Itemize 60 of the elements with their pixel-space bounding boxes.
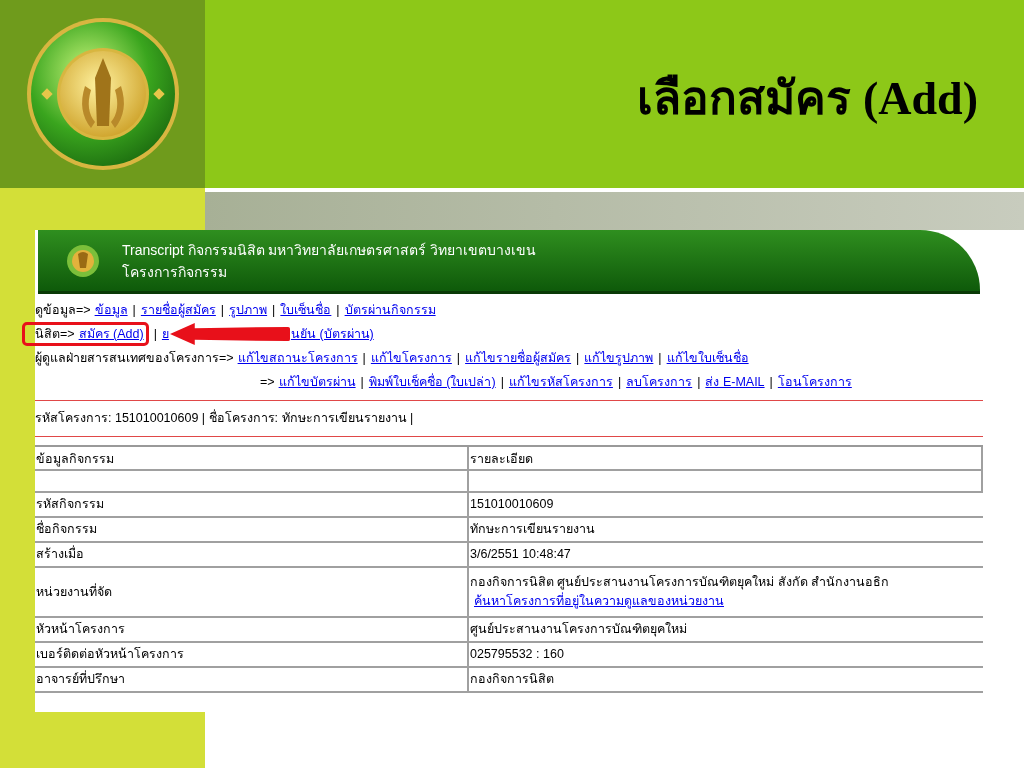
nav-label: นิสิต=> — [35, 325, 75, 343]
separator: | — [132, 301, 136, 319]
table-cell-text: หน่วยงานที่จัด — [36, 582, 112, 601]
table-cell-text: สร้างเมื่อ — [36, 545, 84, 563]
nav-label: => — [260, 373, 275, 391]
column-header: รายละเอียด — [469, 447, 983, 471]
banner-title: Transcript กิจกรรมนิสิต มหาวิทยาลัยเกษตรศาสตร์ วิทยาเขตบางเขน — [122, 240, 537, 260]
table-cell-text: เบอร์ติดต่อหัวหน้าโครงการ — [36, 646, 184, 663]
nav-link[interactable]: แก้ไขโครงการ — [370, 348, 452, 368]
table-cell-text: ชื่อกิจกรรม — [36, 520, 97, 538]
table-cell-text: 025795532 : 160 — [470, 646, 565, 663]
table-cell-text: ศูนย์ประสานงานโครงการบัณฑิตยุคใหม่ — [470, 621, 688, 639]
table-cell-text: 3/6/2551 10:48:47 — [470, 546, 572, 563]
nav-link[interactable]: สมัคร (Add) — [78, 324, 144, 344]
nav-link[interactable]: แก้ไขบัตรผ่าน — [278, 372, 356, 392]
nav-link[interactable]: ข้อมูล — [94, 300, 128, 320]
separator: | — [362, 349, 366, 367]
table-cell-text: กองกิจการนิสิต ศูนย์ประสานงานโครงการบัณฑิตยุคใหม่ สังกัด สำนักงานอธิก — [470, 574, 891, 592]
nav-link[interactable]: บัตรผ่านกิจกรรม — [344, 300, 436, 320]
arrow-icon — [169, 323, 290, 345]
nav-link[interactable]: นยัน (บัตรผ่าน) — [290, 324, 374, 344]
nav-link[interactable]: แก้ไขรหัสโครงการ — [508, 372, 613, 392]
separator: | — [153, 325, 157, 343]
table-cell-text: รหัสกิจกรรม — [36, 496, 104, 513]
separator: | — [456, 349, 461, 367]
table-cell-text: อาจารย์ที่ปรึกษา — [36, 670, 125, 688]
separator: | — [697, 373, 701, 391]
table-cell-text: ทักษะการเขียนรายงาน — [470, 521, 596, 538]
emblem-icon — [66, 243, 100, 278]
nav-link[interactable]: แก้ไขรูปภาพ — [584, 348, 654, 368]
nav-link[interactable]: รูปภาพ — [229, 300, 268, 320]
nav-link[interactable]: แก้ไขรายชื่อผู้สมัคร — [465, 348, 572, 368]
separator: | — [576, 349, 580, 367]
nav-label: ดูข้อมูล=> — [35, 301, 91, 320]
nav-label: ผู้ดูแลฝ่ายสารสนเทศของโครงการ=> — [35, 349, 234, 368]
table-cell-text: หัวหน้าโครงการ — [36, 621, 125, 638]
search-projects-link[interactable]: ค้นหาโครงการที่อยู่ในความดูแลของหน่วยงาน — [474, 592, 724, 611]
table-cell-text: 151010010609 — [470, 496, 555, 513]
nav-link[interactable]: ลบโครงการ — [626, 372, 693, 392]
nav-link[interactable]: โอนโครงการ — [777, 372, 852, 392]
separator: | — [658, 349, 662, 367]
separator: | — [220, 301, 225, 319]
separator: | — [500, 373, 504, 391]
column-header: ข้อมูลกิจกรรม — [35, 447, 469, 471]
slide-title: เลือกสมัคร (Add) — [637, 71, 978, 126]
separator: | — [617, 373, 622, 391]
separator: | — [360, 373, 364, 391]
nav-link[interactable]: ส่ง E-MAIL — [705, 372, 765, 392]
nav-link[interactable]: ใบเซ็นชื่อ — [280, 300, 332, 320]
separator: | — [769, 373, 773, 391]
nav-link[interactable]: รายชื่อผู้สมัคร — [140, 300, 216, 320]
nav-link[interactable]: แก้ไขใบเซ็นชื่อ — [666, 348, 749, 368]
banner-subtitle: โครงการกิจกรรม — [122, 262, 228, 282]
nav-link[interactable]: พิมพ์ใบเช็คชื่อ (ใบเปล่า) — [368, 372, 496, 392]
nav-link[interactable]: ย — [161, 324, 169, 344]
nav-link[interactable]: แก้ไขสถานะโครงการ — [237, 348, 358, 368]
project-info: รหัสโครงการ: 151010010609 | ชื่อโครงการ: ทักษะการเขียนรายงาน | — [35, 411, 414, 425]
table-cell-text: กองกิจการนิสิต — [470, 671, 555, 688]
separator: | — [336, 301, 340, 319]
separator: | — [272, 301, 276, 319]
